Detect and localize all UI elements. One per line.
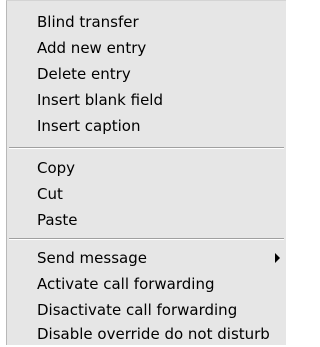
menu-item-label: Delete entry — [37, 65, 131, 83]
menu-item-insert-blank-field[interactable]: Insert blank field — [7, 87, 286, 113]
menu-item-label: Insert caption — [37, 117, 141, 135]
menu-item-label: Blind transfer — [37, 13, 139, 31]
menu-item-send-message[interactable]: Send message — [7, 245, 286, 271]
menu-item-label: Disable override do not disturb — [37, 325, 270, 343]
menu-item-delete-entry[interactable]: Delete entry — [7, 61, 286, 87]
menu-separator — [9, 147, 284, 149]
chevron-right-icon — [275, 253, 280, 263]
menu-item-label: Insert blank field — [37, 91, 163, 109]
menu-item-label: Add new entry — [37, 39, 147, 57]
menu-item-copy[interactable]: Copy — [7, 155, 286, 181]
menu-item-label: Disactivate call forwarding — [37, 301, 238, 319]
menu-item-label: Cut — [37, 185, 63, 203]
menu-item-add-new-entry[interactable]: Add new entry — [7, 35, 286, 61]
menu-item-activate-call-forwarding[interactable]: Activate call forwarding — [7, 271, 286, 297]
menu-item-cut[interactable]: Cut — [7, 181, 286, 207]
menu-item-insert-caption[interactable]: Insert caption — [7, 113, 286, 139]
menu-item-label: Paste — [37, 211, 78, 229]
menu-item-paste[interactable]: Paste — [7, 207, 286, 233]
menu-separator — [9, 238, 284, 240]
context-menu: Blind transfer Add new entry Delete entr… — [6, 0, 286, 345]
menu-item-disable-override-dnd[interactable]: Disable override do not disturb — [7, 321, 286, 347]
menu-item-label: Send message — [37, 249, 147, 267]
menu-item-label: Activate call forwarding — [37, 275, 215, 293]
menu-item-label: Copy — [37, 159, 76, 177]
menu-item-deactivate-call-forwarding[interactable]: Disactivate call forwarding — [7, 297, 286, 323]
menu-item-blind-transfer[interactable]: Blind transfer — [7, 9, 286, 35]
